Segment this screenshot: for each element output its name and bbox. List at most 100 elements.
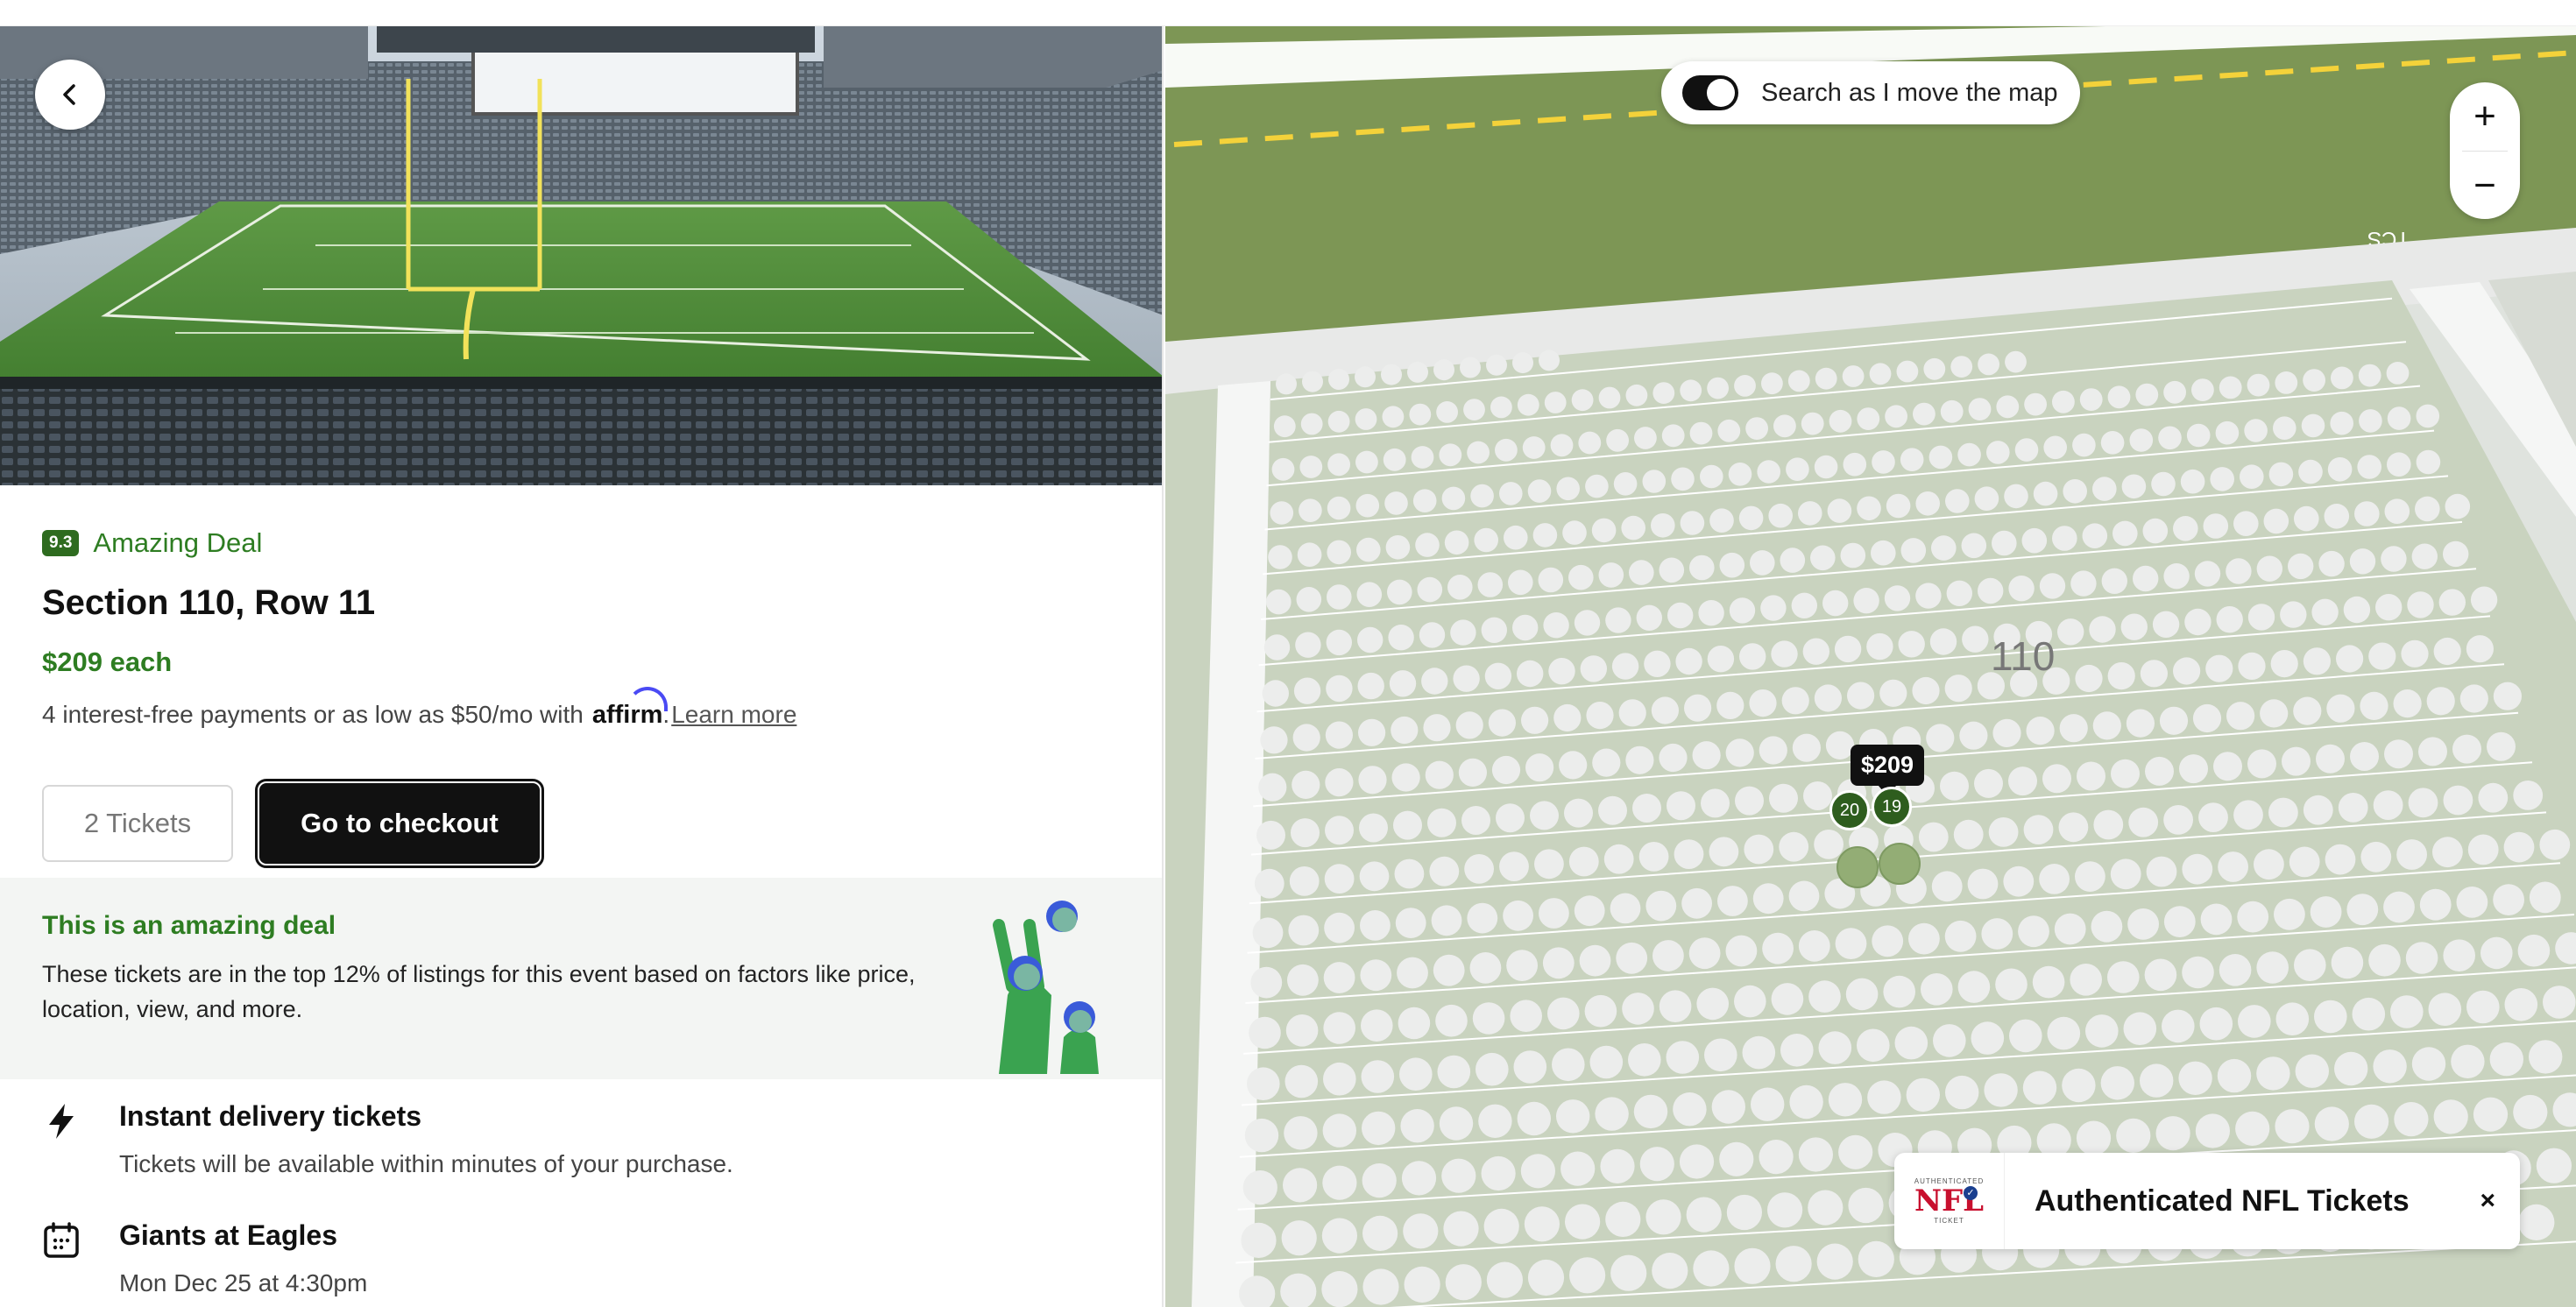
- seat: [2126, 709, 2155, 738]
- seat: [1439, 1106, 1474, 1141]
- seat: [1287, 964, 1319, 996]
- seat: [2301, 413, 2325, 438]
- learn-more-link[interactable]: Learn more: [671, 701, 796, 729]
- seat: [2256, 1056, 2290, 1091]
- seat: [1407, 361, 1428, 383]
- seat: [1717, 419, 1741, 442]
- seat: [1933, 1024, 1966, 1057]
- seat: [2178, 1061, 2212, 1096]
- seat: [1898, 631, 1925, 658]
- seat: [2082, 523, 2108, 548]
- seat: [2470, 586, 2498, 613]
- seat: [2443, 785, 2473, 816]
- seat: [1659, 557, 1685, 583]
- seat: [2009, 1019, 2042, 1053]
- seat: [1709, 837, 1739, 867]
- seat: [1759, 736, 1787, 765]
- seat: [1622, 993, 1654, 1025]
- selected-seat-19[interactable]: 19: [1872, 787, 1912, 827]
- seat: [2357, 455, 2381, 479]
- seat-map-canvas[interactable]: TCS 110: [1165, 26, 2576, 1307]
- seat: [1814, 684, 1842, 712]
- seat: [1391, 716, 1419, 745]
- zoom-in-button[interactable]: +: [2450, 82, 2520, 151]
- seat: [1857, 496, 1881, 521]
- seat: [2349, 548, 2376, 575]
- seat: [2052, 526, 2077, 551]
- seat: [1929, 628, 1957, 655]
- seat: [1589, 1045, 1624, 1079]
- zoom-control: + −: [2450, 82, 2520, 219]
- affirm-text: 4 interest-free payments or as low as $5…: [42, 701, 584, 728]
- seat: [1323, 1062, 1356, 1096]
- close-icon[interactable]: ×: [2480, 1186, 2495, 1216]
- go-to-checkout-button[interactable]: Go to checkout: [255, 779, 544, 868]
- seat: [1957, 442, 1981, 467]
- seat: [2373, 1049, 2407, 1084]
- seat: [1645, 890, 1677, 922]
- seat: [1460, 357, 1481, 378]
- seat: [1441, 486, 1466, 511]
- seat: [2513, 1094, 2548, 1130]
- seat: [1324, 912, 1355, 943]
- seat: [1781, 687, 1809, 715]
- seat: [2433, 637, 2461, 666]
- back-button[interactable]: [35, 60, 105, 130]
- seat: [1610, 1254, 1647, 1291]
- seat: [2275, 1002, 2310, 1035]
- seat: [2408, 788, 2438, 818]
- seat: [2358, 364, 2381, 387]
- seat: [1768, 503, 1793, 528]
- toggle-switch[interactable]: [1682, 75, 1738, 110]
- seat: [1734, 375, 1756, 397]
- seat-price-tag[interactable]: $209: [1851, 745, 1925, 796]
- seat: [2466, 635, 2494, 663]
- section-label: 110: [1991, 633, 2055, 679]
- seat: [1788, 880, 1820, 912]
- seat: [2128, 807, 2159, 837]
- seat: [1425, 760, 1454, 789]
- seat: [1481, 1155, 1516, 1191]
- seat: [1835, 928, 1867, 959]
- seat-map[interactable]: TCS 110: [1165, 26, 2576, 1307]
- seat: [1791, 592, 1817, 618]
- seat: [1605, 1201, 1641, 1237]
- seat: [1798, 930, 1830, 962]
- seat: [1684, 694, 1712, 722]
- seat: [1625, 745, 1654, 774]
- seat: [1931, 871, 1963, 902]
- seat: [2039, 864, 2070, 894]
- seat: [1400, 1109, 1434, 1143]
- search-as-move-toggle[interactable]: Search as I move the map: [1661, 61, 2080, 124]
- ticket-quantity-button[interactable]: 2 Tickets: [42, 785, 233, 862]
- seat: [1399, 1057, 1433, 1091]
- seat: [1292, 724, 1320, 752]
- feature-subtitle: Tickets will be available within minutes…: [119, 1150, 733, 1177]
- seat: [1381, 364, 1402, 385]
- seat: [1431, 905, 1462, 936]
- zoom-out-button[interactable]: −: [2450, 152, 2520, 220]
- seat: [1867, 1080, 1901, 1114]
- seat: [1629, 560, 1654, 585]
- stadium-view-image: [0, 26, 1162, 485]
- seat: [1749, 689, 1777, 717]
- seat: [1520, 1154, 1555, 1189]
- seat: [2452, 734, 2481, 764]
- seat: [2443, 939, 2475, 971]
- seat: [1585, 474, 1609, 498]
- seat: [1680, 511, 1705, 535]
- seat: [1818, 1031, 1852, 1064]
- seat: [2238, 652, 2266, 681]
- selected-seat-20[interactable]: 20: [1829, 790, 1870, 830]
- seat: [1779, 831, 1809, 862]
- seat: [1886, 493, 1911, 519]
- seat: [2057, 618, 2084, 646]
- seat: [2111, 759, 2140, 788]
- seat: [2282, 746, 2311, 776]
- seat: [2459, 684, 2488, 713]
- seat: [1834, 635, 1862, 663]
- seat: [2042, 764, 2071, 794]
- seat: [1598, 562, 1624, 588]
- seat: [1358, 766, 1387, 795]
- seat: [1988, 817, 2019, 847]
